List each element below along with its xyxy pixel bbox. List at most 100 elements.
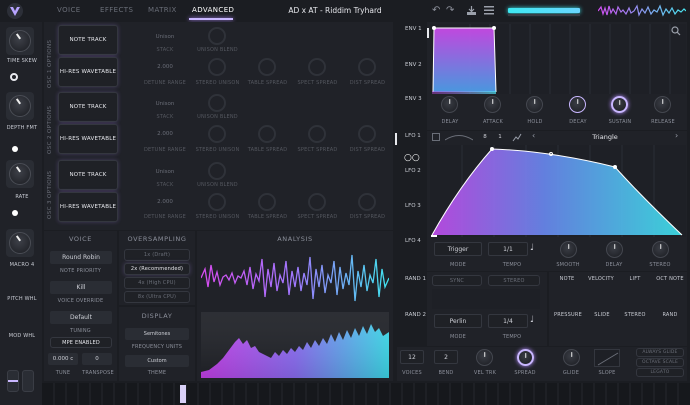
mod-source-rand[interactable]: RAND bbox=[654, 312, 686, 318]
mpe-enabled-button[interactable]: MPE ENABLED bbox=[50, 337, 112, 348]
rand-stereo-button[interactable]: STEREO bbox=[488, 275, 540, 286]
frequency-units-select[interactable]: Semitones bbox=[125, 328, 189, 340]
macro-4-knob[interactable] bbox=[9, 232, 31, 254]
mod-source-stereo[interactable]: STEREO bbox=[621, 312, 649, 318]
osc2-stereo-unison-knob[interactable] bbox=[208, 125, 226, 143]
env-zoom-icon[interactable] bbox=[671, 26, 681, 38]
env-2-tab[interactable]: ENV 2 bbox=[405, 62, 422, 68]
rand-mode-select[interactable]: Perlin bbox=[434, 314, 482, 328]
vel-trk-knob[interactable] bbox=[476, 349, 493, 366]
note-priority-select[interactable]: Round Robin bbox=[50, 251, 112, 264]
glide-knob[interactable] bbox=[563, 349, 580, 366]
logo-icon[interactable] bbox=[6, 2, 24, 20]
preset-name[interactable]: AD x AT - Riddim Tryhard bbox=[275, 6, 395, 15]
oversampling-1x[interactable]: 1x (Draft) bbox=[124, 249, 190, 261]
osc1-unison-blend-knob[interactable] bbox=[208, 27, 226, 45]
tab-matrix[interactable]: MATRIX bbox=[148, 6, 177, 14]
slope-display[interactable] bbox=[594, 349, 620, 367]
macro-3-knob[interactable] bbox=[9, 163, 31, 185]
osc2-detune-value[interactable]: 2.000 bbox=[130, 131, 200, 137]
tab-effects[interactable]: EFFECTS bbox=[100, 6, 133, 14]
legato-button[interactable]: LEGATO bbox=[636, 368, 684, 377]
osc3-dist-spread-knob[interactable] bbox=[358, 193, 376, 211]
save-icon[interactable] bbox=[466, 5, 477, 18]
osc1-stereo-unison-knob[interactable] bbox=[208, 58, 226, 76]
lfo-1-mod-icon[interactable]: ○○ bbox=[404, 153, 420, 163]
osc3-hires-wavetable-button[interactable]: HI-RES WAVETABLE bbox=[58, 192, 118, 222]
mod-source-pressure[interactable]: PRESSURE bbox=[553, 312, 583, 318]
osc2-table-spread-knob[interactable] bbox=[258, 125, 276, 143]
tune-field[interactable]: 0.000 c bbox=[48, 353, 78, 365]
mod-wheel-label[interactable]: MOD WHL bbox=[4, 333, 40, 339]
macro-4-label[interactable]: MACRO 4 bbox=[4, 262, 40, 268]
pitch-wheel[interactable] bbox=[7, 370, 19, 392]
env-delay-knob[interactable] bbox=[441, 96, 458, 113]
tab-voice[interactable]: VOICE bbox=[57, 6, 81, 14]
spread-knob[interactable] bbox=[517, 349, 534, 366]
osc3-table-spread-knob[interactable] bbox=[258, 193, 276, 211]
osc1-dist-spread-knob[interactable] bbox=[358, 58, 376, 76]
transpose-field[interactable]: 0 bbox=[82, 353, 112, 365]
lfo-smooth-preview[interactable] bbox=[444, 133, 474, 141]
osc3-detune-value[interactable]: 2.000 bbox=[130, 199, 200, 205]
macro-1-knob[interactable] bbox=[9, 30, 31, 52]
macro-2-mod-dot[interactable] bbox=[12, 146, 18, 152]
pitch-wheel-label[interactable]: PITCH WHL bbox=[4, 296, 40, 302]
oversampling-2x[interactable]: 2x (Recommended) bbox=[124, 263, 190, 275]
osc2-hires-wavetable-button[interactable]: HI-RES WAVETABLE bbox=[58, 124, 118, 154]
lfo-4-tab[interactable]: LFO 4 bbox=[405, 238, 421, 244]
tuning-select[interactable]: Default bbox=[50, 311, 112, 324]
lfo-2-tab[interactable]: LFO 2 bbox=[405, 168, 421, 174]
lfo-delay-knob[interactable] bbox=[606, 241, 623, 258]
lfo-grid-y[interactable]: 1 bbox=[495, 134, 505, 140]
mod-source-lift[interactable]: LIFT bbox=[621, 276, 649, 282]
mod-source-note[interactable]: NOTE bbox=[553, 276, 581, 282]
mod-source-oct-note[interactable]: OCT NOTE bbox=[654, 276, 686, 282]
voices-field[interactable]: 12 bbox=[400, 350, 424, 364]
env-hold-knob[interactable] bbox=[526, 96, 543, 113]
lfo-1-tab[interactable]: LFO 1 bbox=[405, 133, 421, 139]
lfo-stereo-knob[interactable] bbox=[652, 241, 669, 258]
lfo-tempo-field[interactable]: 1/1 bbox=[488, 242, 528, 256]
octave-scale-button[interactable]: OCTAVE SCALE bbox=[636, 358, 684, 367]
macro-2-knob[interactable] bbox=[9, 95, 31, 117]
lfo-tempo-note-icon[interactable]: ♩ bbox=[530, 243, 534, 253]
osc3-note-track-button[interactable]: NOTE TRACK bbox=[58, 160, 118, 190]
lfo-graph[interactable] bbox=[430, 145, 686, 237]
menu-icon[interactable] bbox=[484, 6, 494, 17]
undo-icon[interactable]: ↶ bbox=[432, 5, 440, 16]
osc3-unison-blend-knob[interactable] bbox=[208, 162, 226, 180]
mod-source-slide[interactable]: SLIDE bbox=[588, 312, 616, 318]
rand-2-tab[interactable]: RAND 2 bbox=[405, 312, 426, 318]
voice-override-select[interactable]: Kill bbox=[50, 281, 112, 294]
rand-tempo-field[interactable]: 1/4 bbox=[488, 314, 528, 328]
mod-wheel[interactable] bbox=[22, 370, 34, 392]
env-sustain-knob[interactable] bbox=[611, 96, 628, 113]
keyboard[interactable] bbox=[42, 383, 690, 405]
env-graph[interactable] bbox=[430, 24, 686, 94]
osc2-dist-spread-knob[interactable] bbox=[358, 125, 376, 143]
osc1-spect-spread-knob[interactable] bbox=[308, 58, 326, 76]
osc2-spect-spread-knob[interactable] bbox=[308, 125, 326, 143]
env-release-knob[interactable] bbox=[654, 96, 671, 113]
mod-source-velocity[interactable]: VELOCITY bbox=[586, 276, 616, 282]
lfo-phase-marker[interactable] bbox=[431, 235, 437, 237]
osc1-note-track-button[interactable]: NOTE TRACK bbox=[58, 25, 118, 55]
lfo-grid-toggle[interactable] bbox=[432, 133, 440, 141]
oversampling-8x[interactable]: 8x (Ultra CPU) bbox=[124, 291, 190, 303]
lfo-paint-icon[interactable] bbox=[512, 133, 522, 144]
lfo-shape-name[interactable]: Triangle bbox=[545, 133, 665, 141]
osc1-table-spread-knob[interactable] bbox=[258, 58, 276, 76]
env-3-tab[interactable]: ENV 3 bbox=[405, 96, 422, 102]
env-attack-knob[interactable] bbox=[484, 96, 501, 113]
macro-1-mod-dot[interactable] bbox=[10, 73, 18, 81]
osc2-note-track-button[interactable]: NOTE TRACK bbox=[58, 92, 118, 122]
rand-sync-button[interactable]: SYNC bbox=[432, 275, 482, 286]
tab-advanced[interactable]: ADVANCED bbox=[192, 6, 234, 14]
osc3-stereo-unison-knob[interactable] bbox=[208, 193, 226, 211]
osc2-unison-blend-knob[interactable] bbox=[208, 94, 226, 112]
macro-3-label[interactable]: RATE bbox=[4, 194, 40, 200]
osc1-detune-value[interactable]: 2.000 bbox=[130, 64, 200, 70]
osc2-stack-value[interactable]: Unison bbox=[130, 101, 200, 107]
env-1-tab[interactable]: ENV 1 bbox=[405, 26, 422, 32]
